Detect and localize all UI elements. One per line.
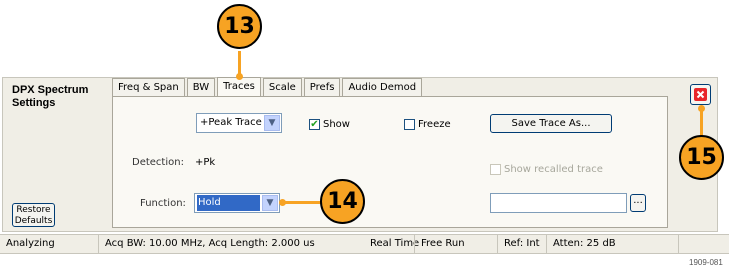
show-recalled-trace-checkbox[interactable]: Show recalled trace <box>490 163 603 176</box>
show-recalled-label: Show recalled trace <box>504 164 603 175</box>
callout-15: 15 <box>679 135 724 180</box>
file-path-input[interactable] <box>490 193 627 213</box>
status-atten: Atten: 25 dB <box>546 235 616 253</box>
show-label: Show <box>323 119 350 130</box>
status-acq: Acq BW: 10.00 MHz, Acq Length: 2.000 us <box>98 235 315 253</box>
dialog-title: DPX Spectrum Settings <box>12 84 89 109</box>
function-value: Hold <box>197 195 260 211</box>
tab-bw[interactable]: BW <box>186 78 216 96</box>
figure-id: 1909-081 <box>689 258 723 267</box>
checkbox-box <box>490 164 501 175</box>
callout-14: 14 <box>320 179 365 224</box>
detection-label: Detection: <box>132 157 184 168</box>
callout-14-leader <box>283 201 321 204</box>
restore-defaults-button[interactable]: Restore Defaults <box>12 203 55 227</box>
browse-button[interactable]: ... <box>630 194 646 212</box>
status-bar: Analyzing Acq BW: 10.00 MHz, Acq Length:… <box>0 234 729 254</box>
status-run: Free Run <box>414 235 465 253</box>
freeze-checkbox[interactable]: Freeze <box>404 118 451 131</box>
freeze-label: Freeze <box>418 119 451 130</box>
status-realtime: Real Time <box>370 238 420 249</box>
save-trace-as-button[interactable]: Save Trace As... <box>490 114 612 133</box>
function-label: Function: <box>140 198 186 209</box>
tab-traces[interactable]: Traces <box>217 77 261 97</box>
status-state: Analyzing <box>6 238 55 249</box>
tab-prefs[interactable]: Prefs <box>303 78 341 96</box>
tab-scale[interactable]: Scale <box>262 78 302 96</box>
tab-freq-span[interactable]: Freq & Span <box>112 78 185 96</box>
callout-13: 13 <box>217 4 262 49</box>
status-empty <box>678 235 729 253</box>
show-checkbox[interactable]: ✔ Show <box>309 118 350 131</box>
function-dropdown[interactable]: Hold ▼ <box>194 193 280 213</box>
tab-strip: Freq & Span BW Traces Scale Prefs Audio … <box>112 77 424 97</box>
close-x-icon <box>694 88 707 101</box>
status-ref: Ref: Int <box>497 235 540 253</box>
chevron-down-icon: ▼ <box>262 195 278 211</box>
callout-13-dot <box>236 73 243 80</box>
detection-value: +Pk <box>195 157 216 168</box>
trace-select-value: +Peak Trace <box>200 117 262 128</box>
checkbox-box <box>404 119 415 130</box>
checkmark-icon: ✔ <box>309 119 320 130</box>
callout-15-leader <box>700 109 703 137</box>
close-button[interactable] <box>690 84 711 105</box>
tab-audio-demod[interactable]: Audio Demod <box>342 78 423 96</box>
trace-select-dropdown[interactable]: +Peak Trace ▼ <box>196 113 282 133</box>
chevron-down-icon: ▼ <box>264 115 280 131</box>
